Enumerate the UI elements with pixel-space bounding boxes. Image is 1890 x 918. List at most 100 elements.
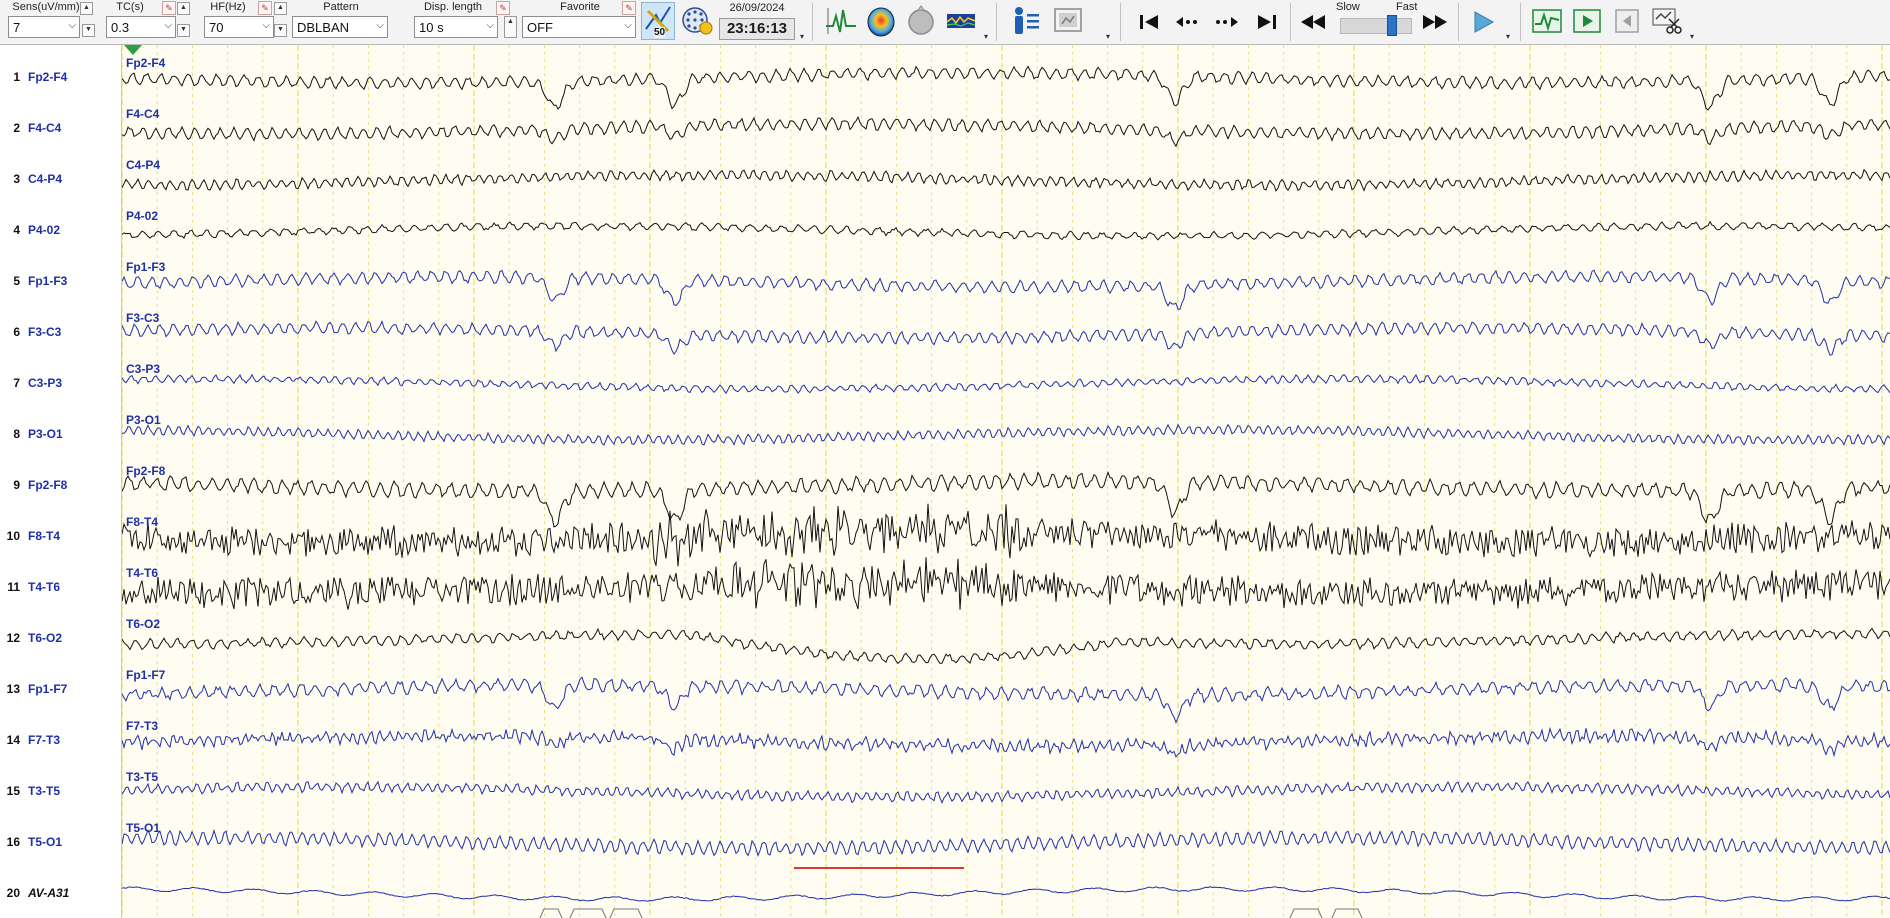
channel-number: 14 bbox=[6, 733, 20, 747]
trend-view-button[interactable] bbox=[1530, 4, 1564, 38]
speed-slider-track[interactable] bbox=[1340, 18, 1412, 34]
disp-length-edit-pencil-icon[interactable]: ✎ bbox=[496, 1, 510, 15]
trace-inline-label: T6-O2 bbox=[126, 617, 161, 631]
channel-name: C4-P4 bbox=[28, 172, 63, 186]
electrode-grid-icon bbox=[682, 7, 713, 35]
eeg-trace bbox=[122, 470, 1890, 528]
disp-length-spin[interactable]: ▲ bbox=[504, 16, 517, 38]
panel-back-button[interactable] bbox=[1610, 4, 1644, 38]
tc-select[interactable]: 0.3 ⌵ bbox=[106, 16, 176, 38]
sens-spin-down[interactable]: ▼ bbox=[82, 24, 95, 37]
channel-number: 6 bbox=[13, 325, 20, 339]
favorite-edit-pencil-icon[interactable]: ✎ bbox=[622, 1, 636, 15]
sens-select[interactable]: 7 ⌵ bbox=[8, 16, 80, 38]
trigger-pulse-mark bbox=[569, 908, 607, 918]
eeg-trace-area[interactable]: Fp2-F4 F4-C4 C4-P4 P4-02 Fp1-F3 F3-C3 C3-P3 P3-… bbox=[122, 45, 1890, 918]
channel-name: Fp2-F4 bbox=[28, 70, 68, 84]
pattern-value: DBLBAN bbox=[297, 20, 350, 35]
chevron-down-icon: ⌵ bbox=[262, 20, 270, 31]
tc-spin-down[interactable]: ▼ bbox=[177, 24, 190, 37]
video-film-icon bbox=[1054, 8, 1082, 32]
filter-badge: 50 bbox=[654, 27, 666, 38]
eeg-trace bbox=[122, 65, 1890, 111]
play-icon bbox=[1474, 11, 1495, 33]
hf-label: HF(Hz) bbox=[210, 1, 246, 13]
channel-number: 15 bbox=[6, 784, 20, 798]
head-view-button[interactable] bbox=[904, 4, 938, 38]
patient-info-button[interactable] bbox=[1008, 4, 1042, 38]
channel-name: F4-C4 bbox=[28, 121, 62, 135]
pattern-control: Pattern DBLBAN ⌵ bbox=[292, 0, 390, 44]
channel-number: 3 bbox=[13, 172, 20, 186]
channel-label-panel: 1 Fp2-F4 2 F4-C4 3 C4-P4 4 P4-02 5 Fp1-F3 6 F3-C3 7 C… bbox=[0, 45, 122, 918]
trace-inline-label: Fp1-F7 bbox=[126, 668, 166, 682]
eeg-trace bbox=[122, 168, 1890, 192]
channel-number: 1 bbox=[13, 70, 20, 84]
eeg-trace bbox=[122, 726, 1890, 758]
playback-dropdown-caret-icon[interactable]: ▾ bbox=[1506, 32, 1510, 41]
trace-inline-label: F4-C4 bbox=[126, 107, 160, 121]
channel-number: 12 bbox=[6, 631, 20, 645]
video-button[interactable] bbox=[1052, 4, 1086, 38]
eeg-trace bbox=[122, 319, 1890, 356]
fast-forward-button[interactable] bbox=[1418, 4, 1452, 38]
tools-button[interactable] bbox=[1650, 4, 1684, 38]
spectrogram-icon bbox=[946, 14, 976, 28]
hf-spin-down[interactable]: ▼ bbox=[274, 24, 287, 37]
eeg-waveform-svg bbox=[122, 45, 1890, 918]
rewind-icon bbox=[1301, 15, 1325, 29]
sens-label: Sens(uV/mm) bbox=[12, 1, 80, 13]
channel-name: Fp1-F7 bbox=[28, 682, 68, 696]
view-dropdown-caret-icon[interactable]: ▾ bbox=[1106, 32, 1110, 41]
trace-inline-label: T3-T5 bbox=[126, 770, 159, 784]
trace-inline-label: P3-O1 bbox=[126, 413, 161, 427]
rewind-button[interactable] bbox=[1296, 4, 1330, 38]
disp-length-select[interactable]: 10 s ⌵ bbox=[414, 16, 498, 38]
channel-number: 2 bbox=[13, 121, 20, 135]
trace-inline-label: Fp2-F4 bbox=[126, 56, 166, 70]
tc-spin-up[interactable]: ▲ bbox=[177, 2, 190, 15]
panel-play-button[interactable] bbox=[1570, 4, 1604, 38]
favorite-select[interactable]: OFF ⌵ bbox=[522, 16, 636, 38]
play-button[interactable] bbox=[1466, 4, 1500, 38]
channel-number: 10 bbox=[6, 529, 20, 543]
separator bbox=[1120, 3, 1121, 41]
favorite-control: Favorite ✎ OFF ⌵ bbox=[522, 0, 638, 44]
trace-inline-label: Fp1-F3 bbox=[126, 260, 166, 274]
channel-name: C3-P3 bbox=[28, 376, 63, 390]
recording-time: 23:16:13 bbox=[719, 18, 795, 40]
tools-dropdown-caret-icon[interactable]: ▾ bbox=[1690, 32, 1694, 41]
tc-control: TC(s) ✎ ▲ 0.3 ⌵ ▼ bbox=[98, 0, 190, 44]
waveform-analysis-button[interactable] bbox=[824, 4, 858, 38]
notch-filter-button[interactable]: 50 bbox=[641, 2, 675, 40]
sync-marker-icon[interactable] bbox=[124, 45, 142, 55]
hf-edit-pencil-icon[interactable]: ✎ bbox=[258, 1, 272, 15]
tc-edit-pencil-icon[interactable]: ✎ bbox=[162, 1, 176, 15]
trace-inline-label: Fp2-F8 bbox=[126, 464, 166, 478]
separator bbox=[1458, 3, 1459, 41]
clock-dropdown-caret-icon[interactable]: ▾ bbox=[800, 32, 804, 41]
pattern-select[interactable]: DBLBAN ⌵ bbox=[292, 16, 388, 38]
eeg-trace bbox=[122, 423, 1890, 447]
analysis-dropdown-caret-icon[interactable]: ▾ bbox=[984, 32, 988, 41]
separator bbox=[812, 3, 813, 41]
channel-number: 13 bbox=[6, 682, 20, 696]
hf-spin-up[interactable]: ▲ bbox=[274, 2, 287, 15]
sens-spin-up[interactable]: ▲ bbox=[80, 2, 93, 15]
eeg-trace bbox=[122, 886, 1890, 902]
channel-name: P3-O1 bbox=[28, 427, 63, 441]
disp-length-control: Disp. length ✎ 10 s ⌵ ▲ bbox=[412, 0, 517, 44]
speed-slider-thumb[interactable] bbox=[1387, 15, 1397, 36]
trigger-pulse-mark bbox=[1289, 908, 1323, 918]
step-back-button[interactable] bbox=[1172, 4, 1206, 38]
spectrum-button[interactable] bbox=[944, 4, 978, 38]
step-forward-button[interactable] bbox=[1210, 4, 1244, 38]
eeg-trace bbox=[122, 828, 1890, 857]
go-to-start-button[interactable] bbox=[1132, 4, 1166, 38]
hf-select[interactable]: 70 ⌵ bbox=[204, 16, 274, 38]
go-to-end-button[interactable] bbox=[1250, 4, 1284, 38]
eeg-trace bbox=[122, 676, 1890, 724]
eeg-trace bbox=[122, 220, 1890, 241]
montage-button[interactable] bbox=[680, 4, 714, 38]
brain-map-button[interactable] bbox=[864, 4, 898, 38]
